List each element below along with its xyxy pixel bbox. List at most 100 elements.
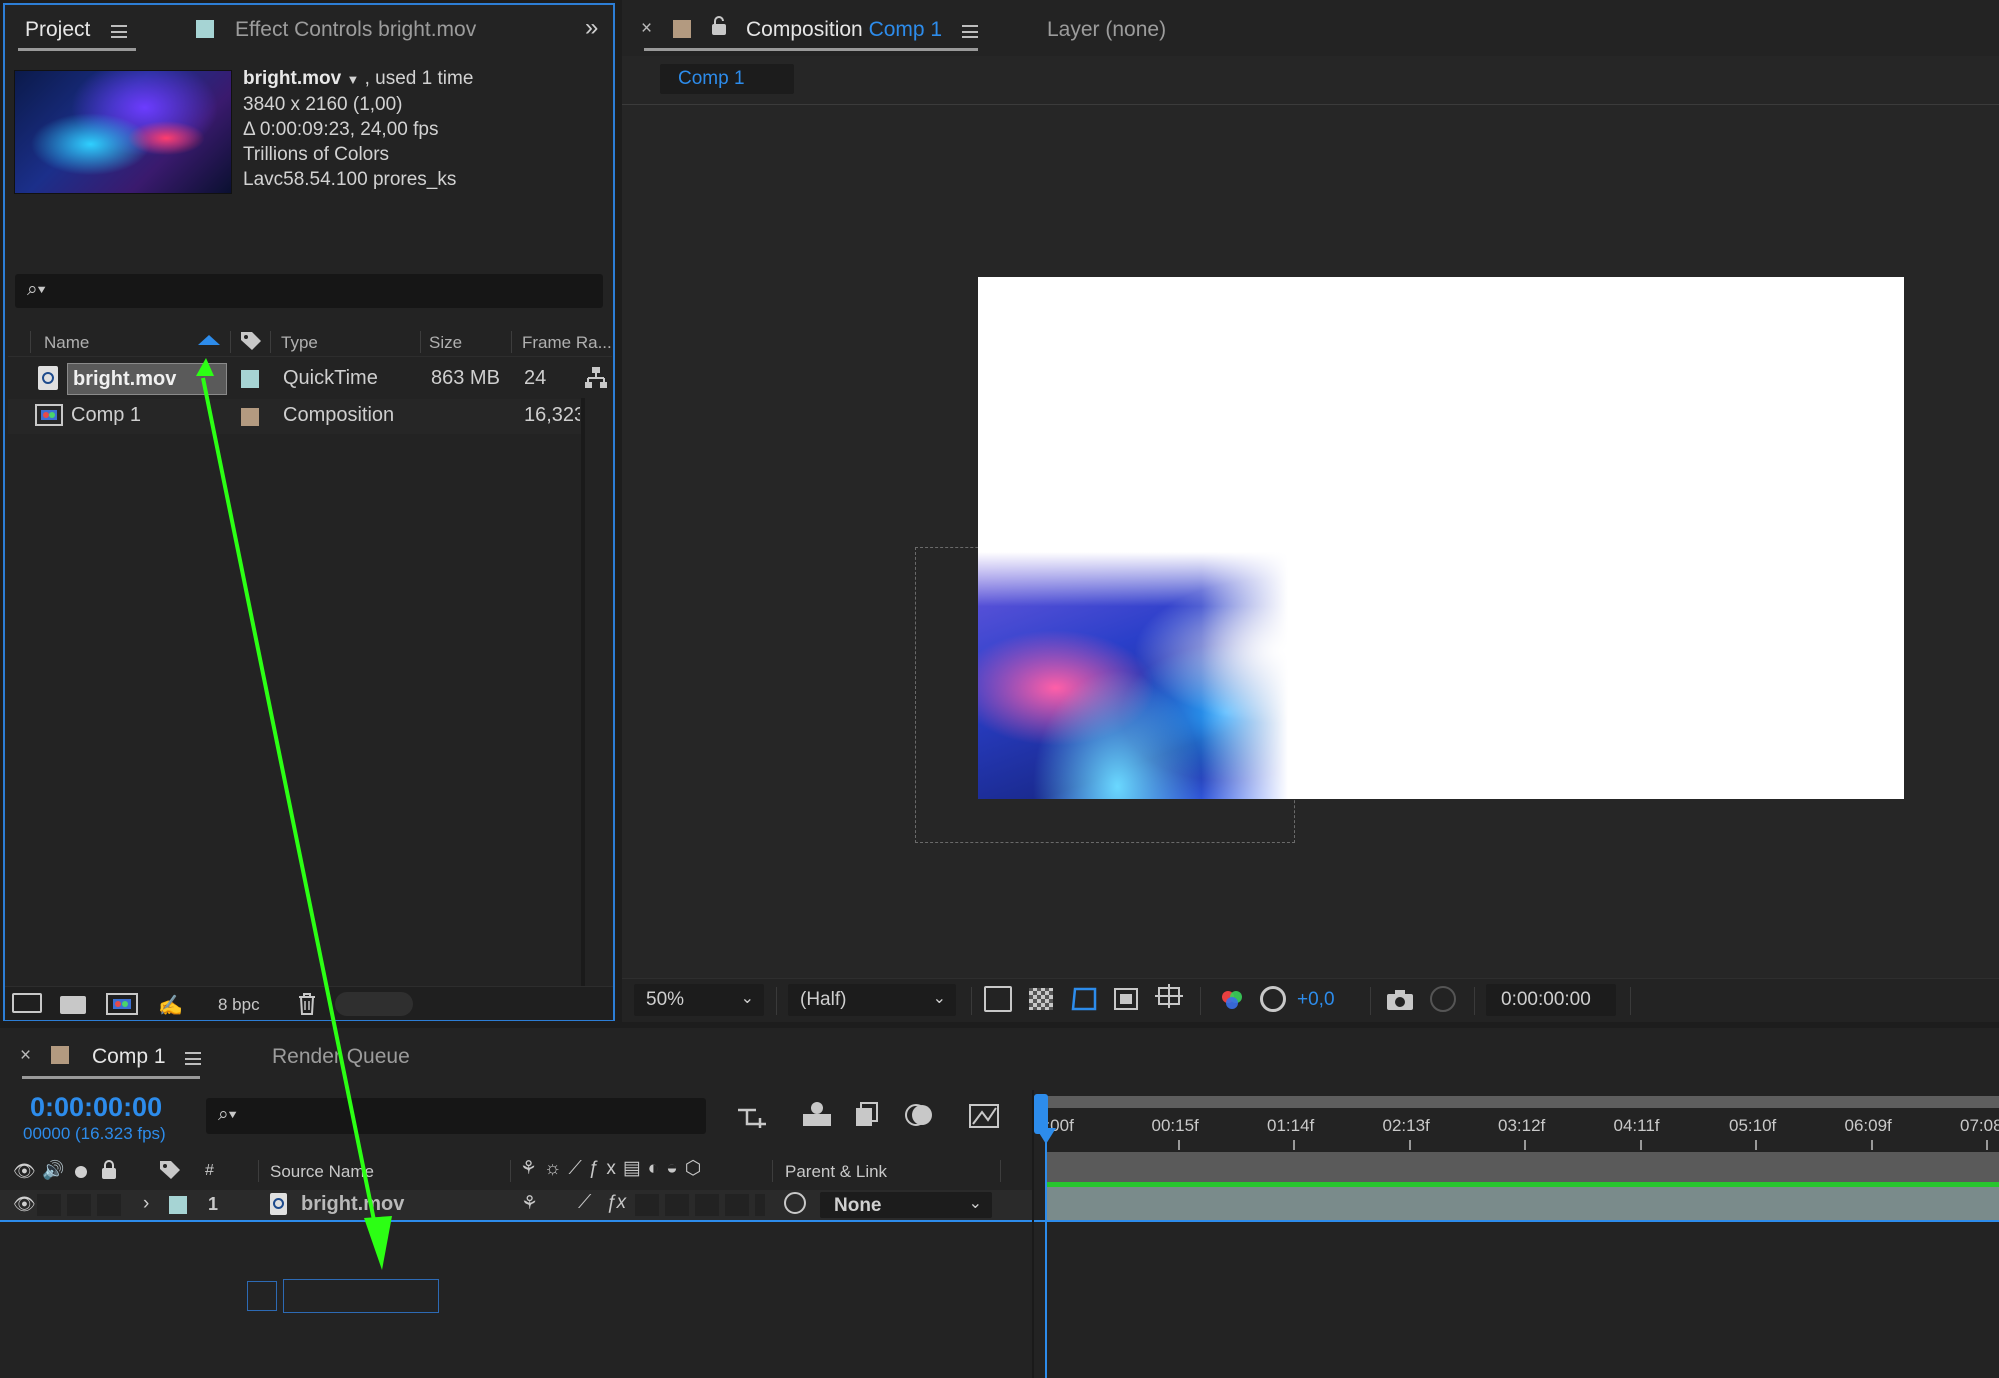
layer-switch-boxes[interactable] [635, 1194, 765, 1216]
footage-layer-preview[interactable] [978, 552, 1288, 799]
pick-whip-icon[interactable] [784, 1192, 806, 1214]
column-source-name[interactable]: Source Name [270, 1162, 374, 1182]
column-frame-rate[interactable]: Frame Ra... [522, 333, 612, 353]
layer-switch-shy-icon[interactable]: ⚘ [521, 1192, 538, 1215]
search-icon: ⌕▾ [218, 1104, 237, 1125]
column-size[interactable]: Size [429, 333, 462, 353]
label-column-icon[interactable] [159, 1160, 181, 1180]
preview-description: Trillions of Colors [243, 144, 390, 165]
motion-blur-icon[interactable] [902, 1100, 936, 1130]
project-scroll-column[interactable] [581, 398, 585, 988]
project-item-comp-name[interactable]: Comp 1 [71, 404, 141, 427]
label-color-aqua[interactable] [241, 370, 259, 388]
project-menu-icon[interactable] [111, 25, 127, 38]
tab-timeline-comp[interactable]: Comp 1 [92, 1045, 166, 1069]
tab-timeline-underline [22, 1076, 200, 1079]
panel-overflow-icon[interactable]: » [585, 14, 598, 42]
exposure-reset-icon[interactable] [1260, 986, 1286, 1012]
resolution-dropdown[interactable]: (Half) ⌄ [788, 984, 956, 1016]
comp-subtab-divider [622, 104, 1999, 105]
fast-previews-icon[interactable] [984, 986, 1012, 1012]
layer-lock-box[interactable] [97, 1194, 121, 1216]
lock-column-icon[interactable] [101, 1160, 117, 1180]
close-timeline-tab-icon[interactable]: × [20, 1045, 31, 1067]
frame-blending-icon[interactable] [852, 1100, 882, 1130]
preview-name[interactable]: bright.mov [243, 68, 341, 89]
tab-composition[interactable]: Composition Comp 1 [746, 18, 942, 42]
show-channel-icon[interactable] [1218, 986, 1246, 1014]
preview-codec: Lavc58.54.100 prores_ks [243, 169, 457, 190]
lock-icon[interactable] [711, 16, 727, 36]
new-composition-icon[interactable] [106, 993, 138, 1015]
preview-info: bright.mov ▼ , used 1 time 3840 x 2160 (… [243, 66, 473, 192]
comp-subtab-label: Comp 1 [678, 68, 745, 89]
region-of-interest-icon[interactable] [1114, 988, 1138, 1010]
trash-icon[interactable] [297, 992, 317, 1016]
tab-layer[interactable]: Layer (none) [1047, 18, 1166, 42]
layer-name[interactable]: bright.mov [301, 1193, 404, 1216]
parent-dropdown[interactable]: None ⌄ [820, 1192, 992, 1218]
eye-icon[interactable]: 👁 [13, 1161, 36, 1182]
column-parent-link[interactable]: Parent & Link [785, 1162, 887, 1182]
project-item-comp-type: Composition [283, 404, 395, 426]
layer-eye-icon[interactable]: 👁 [13, 1194, 36, 1215]
graph-editor-icon[interactable] [968, 1100, 1000, 1130]
close-comp-tab-icon[interactable]: × [641, 18, 652, 40]
tab-project[interactable]: Project [25, 18, 90, 42]
show-snapshot-icon[interactable] [1430, 986, 1456, 1012]
playhead-line[interactable] [1045, 1130, 1047, 1378]
composition-icon [35, 403, 63, 427]
ruler-label: 01:14f [1267, 1116, 1315, 1135]
expand-chevron-icon[interactable]: › [143, 1193, 149, 1215]
audio-icon[interactable]: 🔊 [42, 1160, 64, 1181]
exposure-value[interactable]: +0,0 [1297, 989, 1335, 1011]
comp-menu-icon[interactable] [962, 25, 978, 38]
timeline-search-input[interactable]: ⌕▾ [206, 1098, 706, 1134]
column-name[interactable]: Name [44, 333, 89, 353]
footage-icon [38, 366, 58, 390]
interpret-footage-icon[interactable] [12, 993, 42, 1013]
mask-path-icon[interactable] [1070, 986, 1098, 1012]
preview-dropdown-icon[interactable]: ▼ [346, 72, 359, 87]
timeline-menu-icon[interactable] [185, 1052, 201, 1065]
grid-guides-icon[interactable] [1155, 984, 1183, 1012]
draft-3d-icon[interactable] [800, 1100, 834, 1130]
bpc-button[interactable]: 8 bpc [218, 995, 260, 1015]
tab-render-queue[interactable]: Render Queue [272, 1045, 410, 1069]
ruler-label: 05:10f [1729, 1116, 1777, 1135]
label-tag-icon[interactable] [240, 331, 262, 351]
layer-label-swatch[interactable] [169, 1196, 187, 1214]
timeline-tab-swatch [51, 1046, 69, 1064]
playhead-cap [1036, 1128, 1056, 1144]
layer-solo-box[interactable] [67, 1194, 91, 1216]
viewer-timecode[interactable]: 0:00:00:00 [1486, 984, 1616, 1016]
transparency-grid-icon[interactable] [1029, 988, 1053, 1010]
composition-mini-flowchart-icon[interactable] [736, 1104, 770, 1130]
thumbnail-size-slider[interactable] [335, 992, 413, 1016]
project-item-name-selected[interactable]: bright.mov [67, 363, 227, 395]
snapshot-camera-icon[interactable] [1386, 989, 1414, 1011]
ruler-tick [1408, 1140, 1411, 1150]
project-settings-icon[interactable]: ✍ [158, 993, 183, 1018]
layer-duration-bar[interactable] [1046, 1182, 1999, 1220]
project-search-input[interactable]: ⌕▾ [15, 274, 603, 308]
column-type[interactable]: Type [281, 333, 318, 353]
label-color-sandstone[interactable] [241, 408, 259, 426]
project-item-size: 863 MB [431, 367, 500, 389]
resolution-value: (Half) [800, 989, 847, 1010]
ruler-label: 00:15f [1151, 1116, 1199, 1135]
solo-icon[interactable] [75, 1166, 87, 1178]
ruler-tick [1986, 1140, 1988, 1150]
new-folder-icon[interactable] [60, 996, 86, 1014]
layer-switch-quality-icon[interactable]: ⟋ [578, 1192, 591, 1214]
layer-audio-box[interactable] [37, 1194, 61, 1216]
chevron-down-icon: ⌄ [740, 990, 754, 1007]
project-item-frame-rate: 24 [524, 367, 547, 389]
tab-effect-controls[interactable]: Effect Controls bright.mov [235, 18, 476, 42]
work-area-bar[interactable] [1034, 1096, 1999, 1108]
current-timecode[interactable]: 0:00:00:00 [30, 1092, 162, 1123]
zoom-dropdown[interactable]: 50% ⌄ [634, 984, 764, 1016]
flowchart-icon[interactable] [584, 366, 608, 390]
ruler-tick [1870, 1140, 1873, 1150]
layer-switch-fx-icon[interactable]: ƒx [606, 1192, 626, 1214]
